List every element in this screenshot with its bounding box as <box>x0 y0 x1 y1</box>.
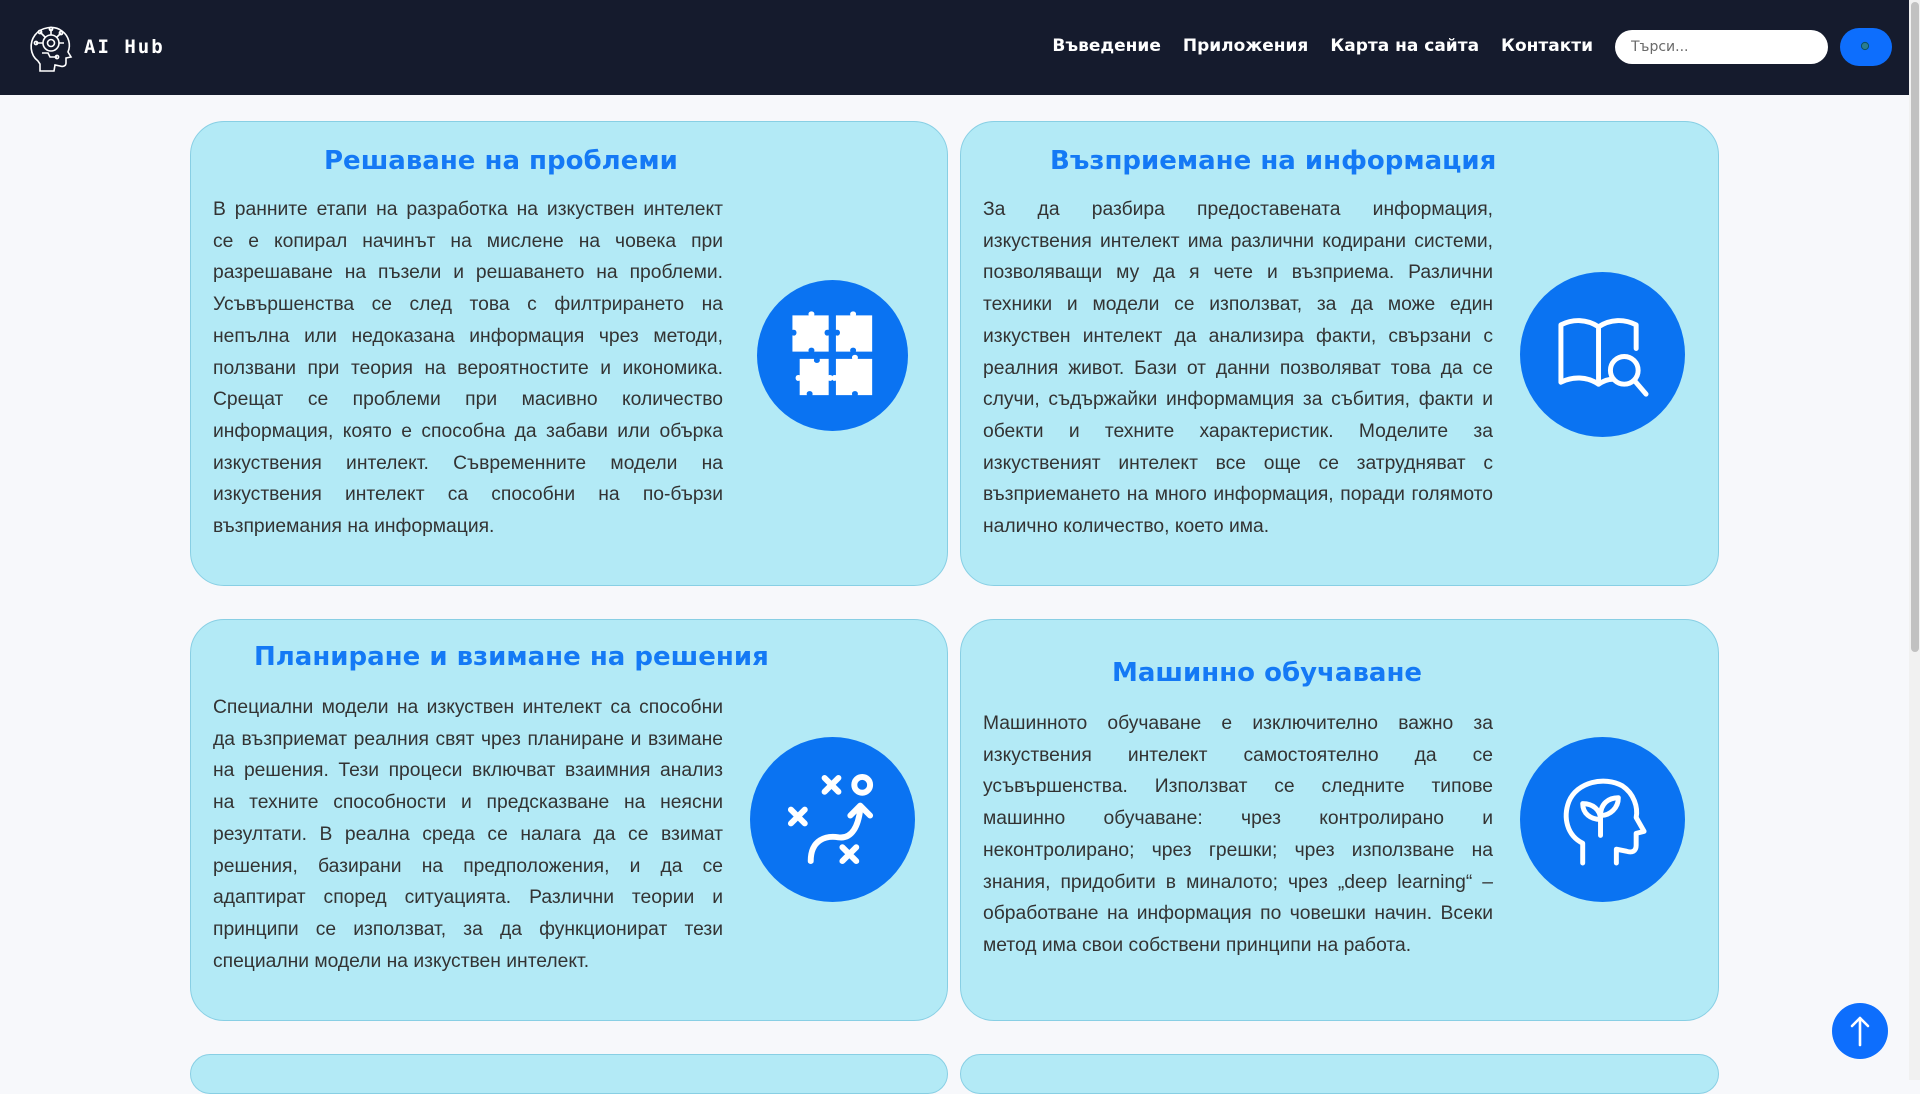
card-planning-decisions: Планиране и взимане на решения Специални… <box>190 619 948 1021</box>
card-problem-solving: Решаване на проблеми В ранните етапи на … <box>190 121 948 586</box>
card-text: Машинното обучаване е изключително важно… <box>983 713 1493 956</box>
nav-link-sitemap[interactable]: Карта на сайта <box>1330 36 1479 56</box>
search-input[interactable] <box>1615 30 1828 64</box>
card-machine-learning: Машинно обучаване Машинното обучаване е … <box>960 619 1719 1021</box>
book-search-icon <box>1558 318 1649 397</box>
nav-link-introduction[interactable]: Въведение <box>1052 36 1160 56</box>
back-to-top-button[interactable] <box>1832 1003 1888 1059</box>
search-button[interactable] <box>1840 28 1892 66</box>
main-nav: Въведение Приложения Карта на сайта Конт… <box>1052 36 1593 56</box>
card-icon-circle <box>1520 272 1685 437</box>
card-title: Планиране и взимане на решения <box>254 642 769 672</box>
card-text: В ранните етапи на разработка на изкуств… <box>213 199 723 538</box>
card-title: Машинно обучаване <box>1112 658 1423 688</box>
brand-name: AI Hub <box>84 36 165 58</box>
search-icon <box>1860 41 1870 51</box>
card-text: За да разбира предоставената информация,… <box>983 199 1493 538</box>
nav-link-applications[interactable]: Приложения <box>1183 36 1308 56</box>
card-icon-circle <box>757 280 908 431</box>
puzzle-icon <box>792 311 873 396</box>
card-title: Възприемане на информация <box>1050 146 1497 176</box>
robot-head-logo-icon <box>30 26 73 72</box>
scrollbar-thumb[interactable] <box>1911 2 1919 652</box>
card-icon-circle <box>750 737 915 902</box>
head-sprout-icon <box>1563 778 1647 866</box>
top-navbar: AI Hub Въведение Приложения Карта на сай… <box>0 0 1909 95</box>
card-icon-circle <box>1520 737 1685 902</box>
card-title: Решаване на проблеми <box>324 146 678 176</box>
arrow-up-icon <box>1850 1016 1870 1047</box>
card-information-perception: Възприемане на информация За да разбира … <box>960 121 1719 586</box>
card-partial-right <box>960 1054 1719 1094</box>
nav-link-contacts[interactable]: Контакти <box>1501 36 1593 56</box>
brand-home-link[interactable]: AI Hub <box>24 21 165 73</box>
strategy-icon <box>787 773 874 865</box>
card-text: Специални модели на изкуствен интелект с… <box>213 697 723 972</box>
card-partial-left <box>190 1054 948 1094</box>
